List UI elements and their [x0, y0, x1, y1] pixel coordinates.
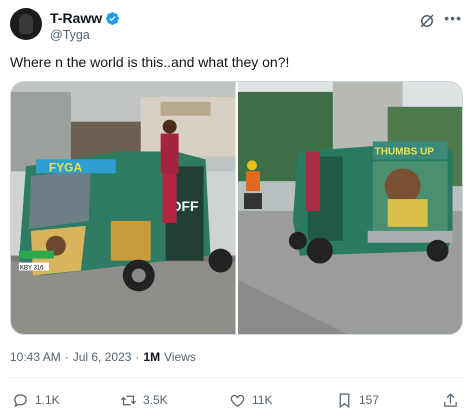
author-handle[interactable]: @Tyga: [50, 28, 90, 42]
van-banner-text: FYGA: [49, 160, 83, 174]
action-bar: 1.1K 3.5K 11K 157: [10, 388, 462, 412]
van-rear-banner: THUMBS UP: [374, 146, 434, 157]
van-plate: KBY 316: [20, 266, 44, 272]
media-grid[interactable]: FYGA OFF KBY 316 THUMBS UP: [10, 81, 463, 335]
repost-count: 3.5K: [143, 393, 168, 407]
tweet-text: Where n the world is this..and what they…: [10, 54, 290, 70]
views-label: Views: [164, 350, 196, 364]
divider: [10, 377, 462, 378]
bookmark-count: 157: [359, 393, 380, 407]
bookmark-icon: [339, 392, 350, 408]
grok-icon[interactable]: [418, 12, 436, 30]
author-name[interactable]: T-Raww: [50, 10, 102, 26]
meta-separator: ·: [135, 350, 140, 364]
repost-button[interactable]: 3.5K: [120, 392, 168, 409]
photo-left[interactable]: FYGA OFF KBY 316: [11, 82, 236, 334]
photo-right[interactable]: THUMBS UP: [237, 82, 462, 334]
bookmark-button[interactable]: 157: [336, 392, 379, 409]
meta-separator: ·: [64, 350, 69, 364]
matatu-photo-left: FYGA OFF KBY 316: [11, 82, 236, 334]
tweet-time[interactable]: 10:43 AM: [10, 350, 61, 364]
like-icon: [230, 394, 245, 407]
matatu-photo-right: THUMBS UP: [237, 82, 462, 334]
tweet-header: T-Raww @Tyga •••: [10, 6, 462, 46]
like-count: 11K: [252, 393, 273, 407]
reply-count: 1.1K: [35, 393, 60, 407]
share-icon: [444, 392, 457, 407]
tweet-date[interactable]: Jul 6, 2023: [73, 350, 132, 364]
views-count: 1M: [143, 350, 161, 364]
reply-button[interactable]: 1.1K: [12, 392, 60, 409]
reply-icon: [14, 393, 27, 408]
share-button[interactable]: [442, 392, 459, 409]
more-icon[interactable]: •••: [444, 10, 462, 26]
verified-badge-icon: [106, 11, 120, 25]
repost-icon: [120, 395, 137, 405]
like-button[interactable]: 11K: [229, 392, 272, 409]
author-name-row: T-Raww: [50, 10, 120, 26]
tweet-meta: 10:43 AM · Jul 6, 2023 · 1M Views: [10, 350, 196, 364]
avatar[interactable]: [10, 8, 42, 40]
